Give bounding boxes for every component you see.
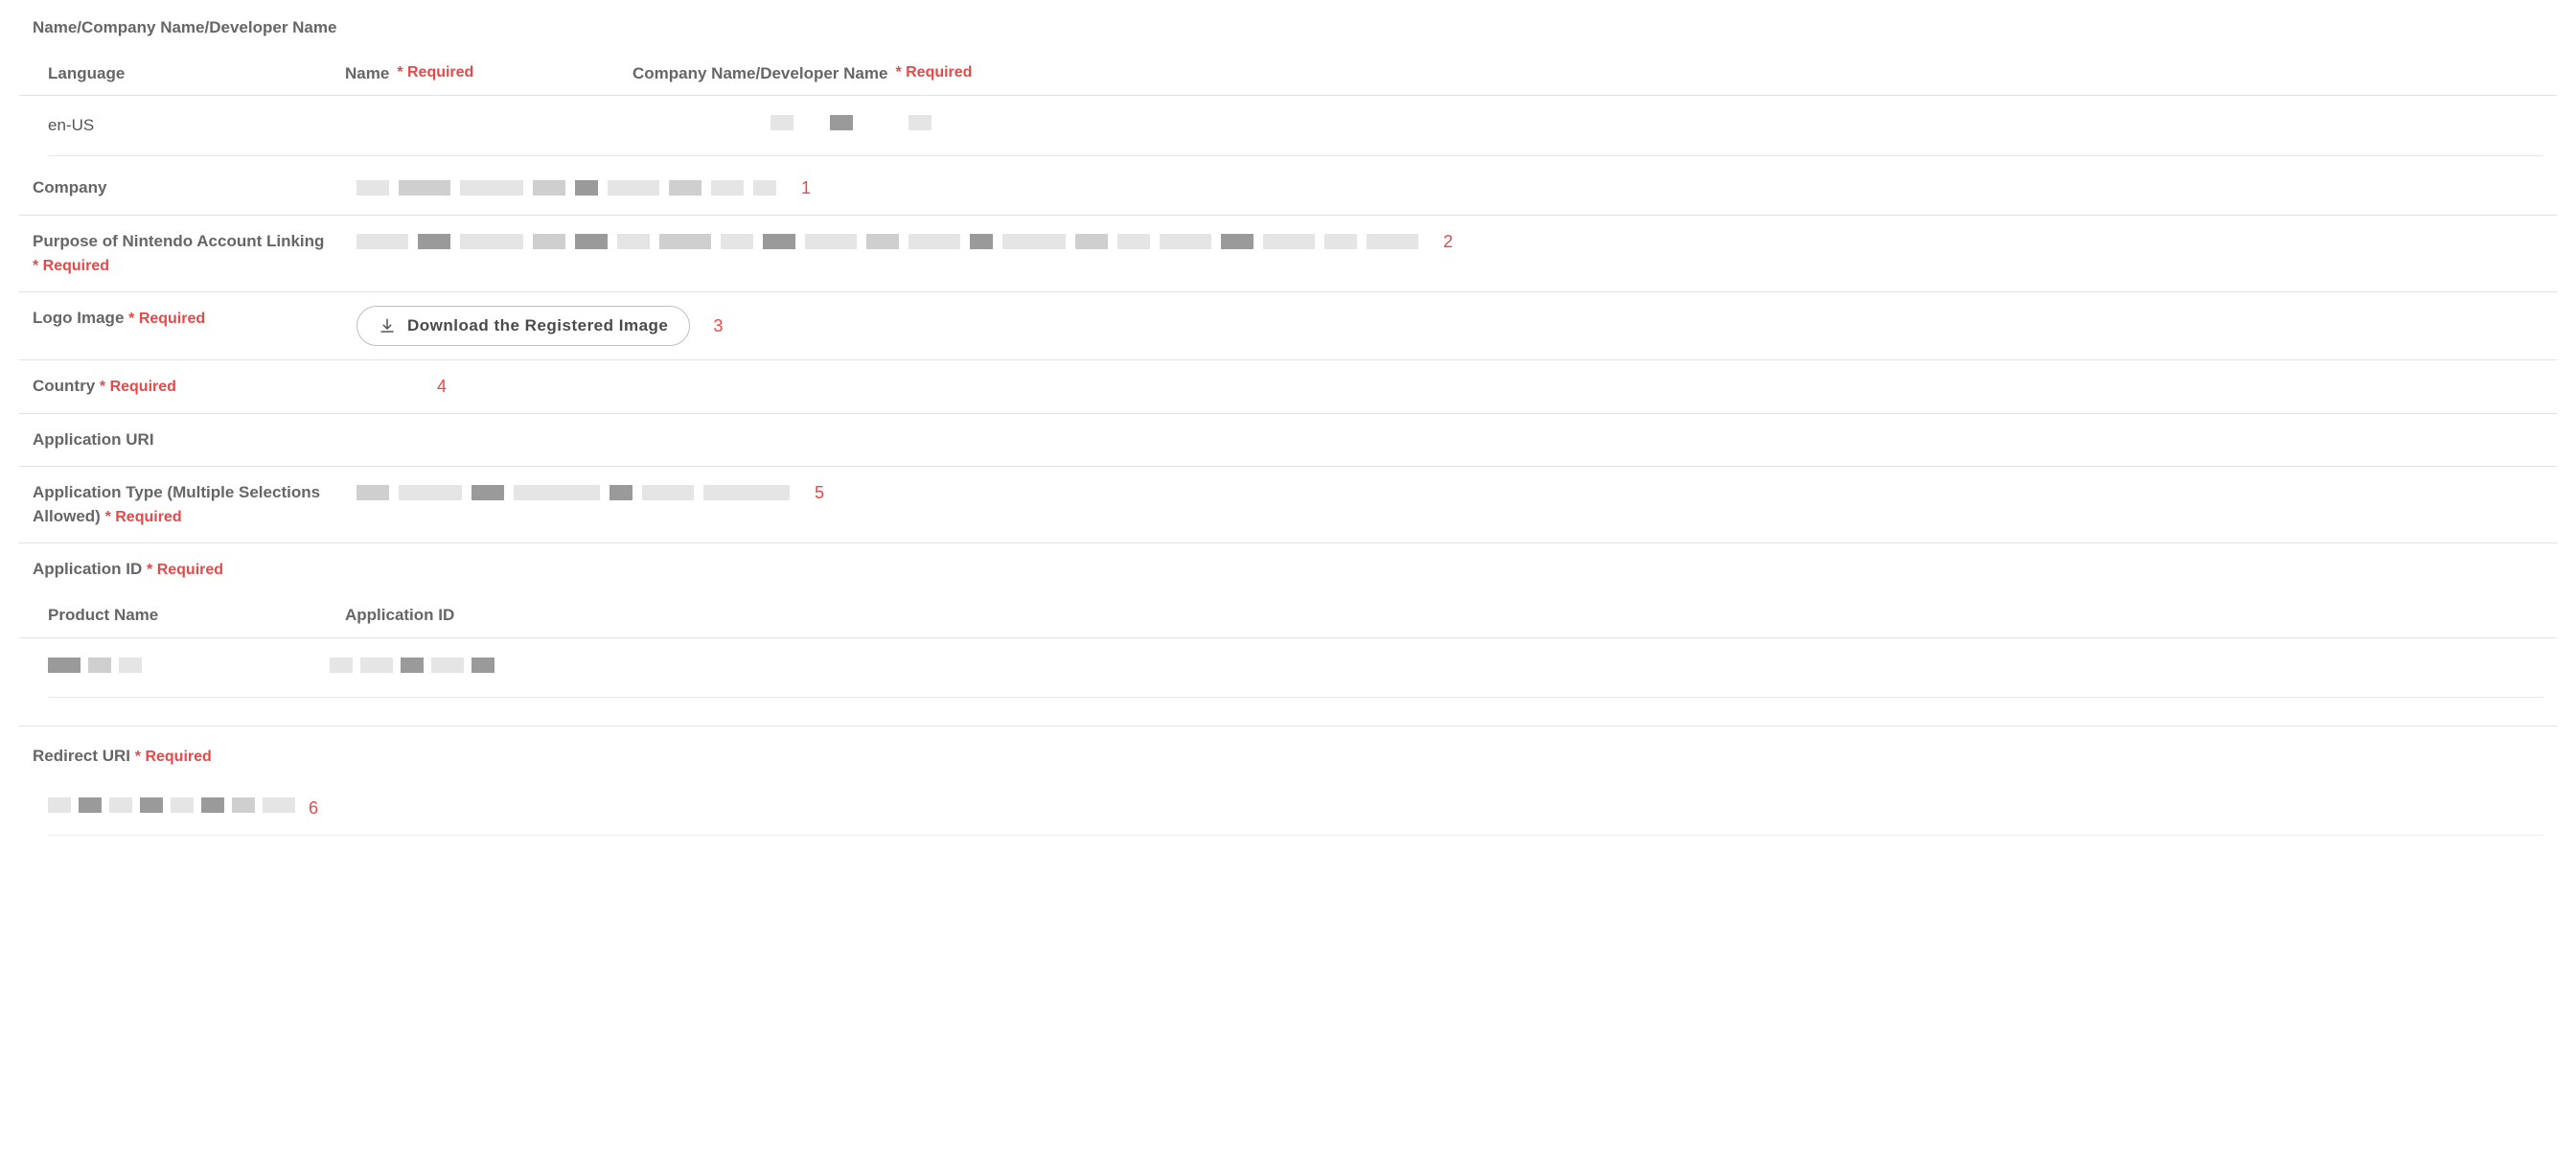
- annotation-4: 4: [424, 374, 447, 400]
- annotation-3: 3: [700, 313, 723, 339]
- required-marker: * Required: [895, 61, 972, 84]
- col-name: Name * Required: [316, 61, 604, 86]
- label-purpose: Purpose of Nintendo Account Linking * Re…: [19, 229, 345, 279]
- label-country-text: Country: [33, 377, 95, 395]
- required-marker: * Required: [147, 562, 223, 578]
- name-value-redacted: [330, 113, 770, 138]
- name-table-header-row: Language Name * Required Company Name/De…: [19, 54, 2557, 97]
- value-country: 4: [345, 374, 2557, 400]
- app-id-row: [48, 638, 2543, 699]
- section-redirect-uri: Redirect URI * Required: [19, 727, 2557, 782]
- annotation-6: 6: [295, 796, 318, 821]
- col-application-id: Application ID: [316, 603, 454, 628]
- language-value: en-US: [48, 113, 330, 138]
- label-country: Country * Required: [19, 374, 345, 399]
- value-purpose-redacted: 2: [345, 229, 2557, 255]
- required-marker: * Required: [105, 509, 182, 525]
- label-app-id: Application ID: [33, 560, 142, 578]
- label-company: Company: [19, 175, 345, 200]
- label-logo-text: Logo Image: [33, 309, 124, 327]
- value-app-type-redacted: 5: [345, 480, 2557, 506]
- name-table-row: en-US: [48, 96, 2543, 156]
- download-icon: [379, 317, 396, 335]
- col-company-dev-label: Company Name/Developer Name: [632, 61, 887, 86]
- row-app-uri: Application URI: [19, 414, 2557, 467]
- label-app-uri: Application URI: [19, 427, 345, 452]
- col-company-dev: Company Name/Developer Name * Required: [604, 61, 2557, 86]
- row-country: Country * Required 4: [19, 360, 2557, 414]
- download-registered-image-button[interactable]: Download the Registered Image: [356, 306, 690, 346]
- row-purpose: Purpose of Nintendo Account Linking * Re…: [19, 216, 2557, 293]
- section-name-header: Name/Company Name/Developer Name: [19, 10, 2557, 54]
- app-id-redacted: [330, 656, 770, 681]
- row-app-type: Application Type (Multiple Selections Al…: [19, 467, 2557, 544]
- required-marker: * Required: [135, 749, 212, 765]
- label-app-type: Application Type (Multiple Selections Al…: [19, 480, 345, 530]
- value-company-redacted: 1: [345, 175, 2557, 201]
- required-marker: * Required: [397, 61, 473, 84]
- annotation-5: 5: [801, 480, 824, 506]
- download-button-label: Download the Registered Image: [407, 316, 668, 335]
- col-language: Language: [19, 61, 316, 86]
- row-company: Company 1: [19, 162, 2557, 216]
- col-name-label: Name: [345, 61, 389, 86]
- section-app-id: Application ID * Required: [19, 543, 2557, 595]
- annotation-2: 2: [1430, 229, 1453, 255]
- row-logo: Logo Image * Required Download the Regis…: [19, 292, 2557, 360]
- required-marker: * Required: [100, 379, 176, 395]
- product-name-redacted: [48, 656, 330, 681]
- col-product-name: Product Name: [19, 603, 316, 628]
- redirect-uri-row: 6: [48, 782, 2543, 836]
- required-marker: * Required: [33, 258, 109, 274]
- app-id-header-row: Product Name Application ID: [19, 595, 2557, 638]
- company-dev-value-redacted: [770, 113, 2543, 138]
- label-redirect-uri: Redirect URI: [33, 747, 130, 765]
- annotation-1: 1: [788, 175, 811, 201]
- required-marker: * Required: [128, 311, 205, 327]
- redirect-uri-redacted: [48, 796, 295, 821]
- value-logo: Download the Registered Image 3: [345, 306, 2557, 346]
- label-purpose-text: Purpose of Nintendo Account Linking: [33, 232, 324, 250]
- label-logo: Logo Image * Required: [19, 306, 345, 331]
